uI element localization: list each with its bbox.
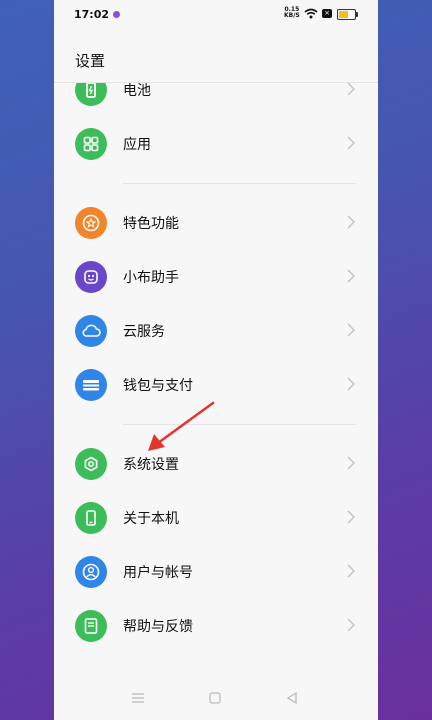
navigation-bar [54,680,378,720]
annotation-arrow-icon [148,401,215,451]
home-icon[interactable] [209,692,221,704]
menu-icon[interactable] [131,692,145,704]
phone-screen: 17:02 0.15 KB/S × 设置 电池 应用 特色功能 小布助手 云服务… [54,0,378,720]
page-title: 设置 [75,52,106,70]
settings-header: 设置 [54,30,378,83]
back-icon[interactable] [286,692,298,704]
